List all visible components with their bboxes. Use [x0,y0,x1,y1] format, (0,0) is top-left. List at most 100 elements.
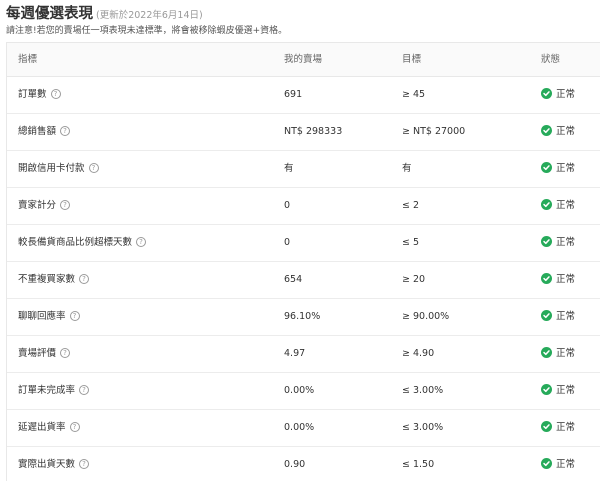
target-value: ≤ 1.50 [402,459,435,470]
check-circle-icon [541,162,552,173]
metric-label: 賣場評價 [18,348,57,359]
question-circle-icon[interactable]: ? [79,273,90,284]
check-circle-icon [541,421,552,432]
question-circle-icon[interactable]: ? [69,310,80,321]
question-circle-icon[interactable]: ? [69,421,80,432]
status-cell: 正常 [541,188,575,224]
target-value: ≤ 5 [402,237,420,248]
table-row: 開啟信用卡付款? 有 有 正常 [7,151,600,188]
question-circle-icon[interactable]: ? [60,199,71,210]
question-circle-icon[interactable]: ? [50,88,61,99]
check-circle-icon [541,310,552,321]
metric-cell: 不重複買家數? [18,262,90,298]
check-circle-icon [541,236,552,247]
metric-cell: 延遲出貨率? [18,410,80,446]
table-row: 實際出貨天數? 0.90 ≤ 1.50 正常 [7,447,600,481]
metric-cell: 開啟信用卡付款? [18,151,99,187]
target-value: ≤ 3.00% [402,385,444,396]
metric-cell: 訂單未完成率? [18,373,90,409]
my-shop-value: 0 [284,200,291,211]
my-shop-value: 0.00% [284,385,315,396]
my-shop-value: 0 [284,237,291,248]
target-value: ≥ 45 [402,89,426,100]
metric-cell: 賣場評價? [18,336,71,372]
page-header: 每週優選表現 (更新於2022年6月14日) 請注意!若您的賣場任一項表現未達標準… [6,0,596,38]
target-value: ≥ 20 [402,274,426,285]
status-cell: 正常 [541,299,575,335]
status-cell: 正常 [541,262,575,298]
target-value: ≤ 2 [402,200,420,211]
check-circle-icon [541,125,552,136]
check-circle-icon [541,384,552,395]
check-circle-icon [541,458,552,469]
status-cell: 正常 [541,447,575,481]
metric-label: 延遲出貨率 [18,422,66,433]
status-cell: 正常 [541,373,575,409]
column-header-metric: 指標 [18,54,38,65]
status-label: 正常 [556,348,576,359]
column-header-target: 目標 [402,54,422,65]
status-cell: 正常 [541,336,575,372]
question-circle-icon[interactable]: ? [136,236,147,247]
metric-label: 賣家計分 [18,200,57,211]
target-value: ≥ 4.90 [402,348,435,359]
check-circle-icon [541,88,552,99]
table-header: 指標 我的賣場 目標 狀態 [7,43,600,77]
my-shop-value: 0.00% [284,422,315,433]
target-value: ≤ 3.00% [402,422,444,433]
question-circle-icon[interactable]: ? [79,384,90,395]
status-cell: 正常 [541,114,575,150]
status-cell: 正常 [541,151,575,187]
metric-cell: 總銷售額? [18,114,71,150]
my-shop-value: 0.90 [284,459,306,470]
status-cell: 正常 [541,410,575,446]
table-row: 總銷售額? NT$ 298333 ≥ NT$ 27000 正常 [7,114,600,151]
table-row: 聊聊回應率? 96.10% ≥ 90.00% 正常 [7,299,600,336]
my-shop-value: 4.97 [284,348,306,359]
metric-label: 總銷售額 [18,126,57,137]
table-row: 訂單數? 691 ≥ 45 正常 [7,77,600,114]
table-row: 訂單未完成率? 0.00% ≤ 3.00% 正常 [7,373,600,410]
table-row: 較長備貨商品比例超標天數? 0 ≤ 5 正常 [7,225,600,262]
performance-table: 指標 我的賣場 目標 狀態 訂單數? 691 ≥ 45 正常 總銷售額? NT$ 2983… [6,42,600,481]
status-cell: 正常 [541,77,575,113]
table-row: 賣場評價? 4.97 ≥ 4.90 正常 [7,336,600,373]
question-circle-icon[interactable]: ? [88,162,99,173]
metric-label: 訂單數 [18,89,47,100]
table-row: 不重複買家數? 654 ≥ 20 正常 [7,262,600,299]
title-row: 每週優選表現 (更新於2022年6月14日) [6,2,203,23]
metric-label: 聊聊回應率 [18,311,66,322]
check-circle-icon [541,347,552,358]
status-label: 正常 [556,89,576,100]
table-row: 賣家計分? 0 ≤ 2 正常 [7,188,600,225]
metric-cell: 實際出貨天數? [18,447,90,481]
check-circle-icon [541,273,552,284]
column-header-my-shop: 我的賣場 [284,54,323,65]
metric-cell: 聊聊回應率? [18,299,80,335]
metric-label: 較長備貨商品比例超標天數 [18,237,133,248]
page-title: 每週優選表現 [6,6,93,22]
metric-label: 實際出貨天數 [18,459,76,470]
question-circle-icon[interactable]: ? [79,458,90,469]
metric-label: 不重複買家數 [18,274,76,285]
my-shop-value: 654 [284,274,303,285]
status-cell: 正常 [541,225,575,261]
status-label: 正常 [556,126,576,137]
question-circle-icon[interactable]: ? [60,125,71,136]
status-label: 正常 [556,422,576,433]
target-value: ≥ NT$ 27000 [402,126,466,137]
metric-label: 訂單未完成率 [18,385,76,396]
status-label: 正常 [556,200,576,211]
my-shop-value: NT$ 298333 [284,126,343,137]
updated-date: (更新於2022年6月14日) [96,10,203,21]
status-label: 正常 [556,237,576,248]
page-subtitle: 請注意!若您的賣場任一項表現未達標準，將會被移除蝦皮優選+資格。 [6,26,288,36]
metric-cell: 賣家計分? [18,188,71,224]
column-header-status: 狀態 [541,54,561,65]
metric-cell: 較長備貨商品比例超標天數? [18,225,147,261]
status-label: 正常 [556,311,576,322]
status-label: 正常 [556,385,576,396]
my-shop-value: 691 [284,89,303,100]
my-shop-value: 有 [284,163,294,174]
question-circle-icon[interactable]: ? [60,347,71,358]
